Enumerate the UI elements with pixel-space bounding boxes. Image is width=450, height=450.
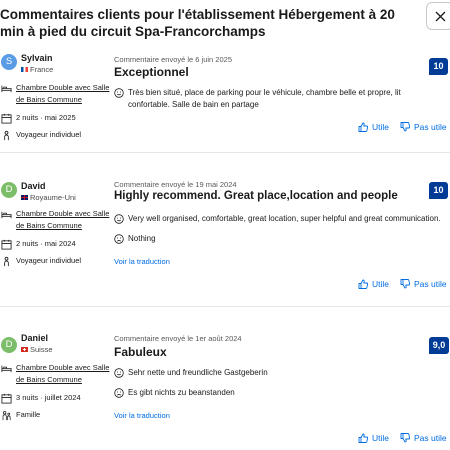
positive-comment: Sehr nette und freundliche Gastgeberin xyxy=(114,367,268,379)
review-date: Commentaire envoyé le 1er août 2024 xyxy=(114,334,242,343)
france-flag-icon xyxy=(21,67,28,72)
person-icon xyxy=(4,256,9,267)
review-date: Commentaire envoyé le 19 mai 2024 xyxy=(114,180,237,189)
translate-link[interactable]: Voir la traduction xyxy=(114,257,170,266)
positive-text: Very well organised, comfortable, great … xyxy=(128,214,441,223)
review-card: D David Royaume-Uni Chambre Double avec … xyxy=(0,178,450,298)
avatar: D xyxy=(1,337,17,353)
room-link[interactable]: Chambre Double avec Salle de Bains Commun… xyxy=(16,82,109,105)
traveler-type: Voyageur individuel xyxy=(0,129,81,141)
close-button[interactable] xyxy=(426,2,450,30)
negative-text: Es gibt nichts zu beanstanden xyxy=(128,388,235,397)
helpful-label: Utile xyxy=(372,433,390,443)
reviewer-country: Suisse xyxy=(21,345,53,354)
close-icon xyxy=(435,11,445,21)
traveler-text: Voyageur individuel xyxy=(16,256,82,265)
frown-icon xyxy=(114,388,124,398)
score-badge: 10 xyxy=(429,58,448,75)
stay-text: 2 nuits · mai 2025 xyxy=(16,113,76,122)
not-helpful-label: Pas utile xyxy=(414,122,447,132)
thumbs-down-icon xyxy=(400,279,410,289)
positive-text: Sehr nette und freundliche Gastgeberin xyxy=(128,368,268,377)
thumbs-down-icon xyxy=(400,433,410,443)
review-title: Exceptionnel xyxy=(114,65,189,79)
not-helpful-button[interactable]: Pas utile xyxy=(400,433,447,443)
review-title: Fabuleux xyxy=(114,345,167,359)
positive-comment: Very well organised, comfortable, great … xyxy=(114,213,444,225)
uk-flag-icon xyxy=(21,195,28,200)
calendar-icon xyxy=(1,393,12,404)
helpful-label: Utile xyxy=(372,279,390,289)
divider xyxy=(0,306,450,307)
room-type: Chambre Double avec Salle de Bains Commun… xyxy=(0,208,109,230)
negative-comment: Nothing xyxy=(114,233,156,245)
modal-header: Commentaires clients pour l'établissemen… xyxy=(0,0,450,46)
thumbs-up-icon xyxy=(358,279,368,289)
calendar-icon xyxy=(1,239,12,250)
country-label: Royaume-Uni xyxy=(30,193,76,202)
not-helpful-label: Pas utile xyxy=(414,279,447,289)
negative-comment: Es gibt nichts zu beanstanden xyxy=(114,387,235,399)
stay-text: 2 nuits · mai 2024 xyxy=(16,239,76,248)
family-icon xyxy=(2,411,11,421)
smile-icon xyxy=(114,214,124,224)
traveler-type: Famille xyxy=(0,409,40,421)
smile-icon xyxy=(114,368,124,378)
frown-icon xyxy=(114,234,124,244)
traveler-text: Famille xyxy=(16,410,41,419)
helpful-button[interactable]: Utile xyxy=(358,433,389,443)
review-date: Commentaire envoyé le 6 juin 2025 xyxy=(114,55,232,64)
translate-link[interactable]: Voir la traduction xyxy=(114,411,170,420)
room-type: Chambre Double avec Salle de Bains Commun… xyxy=(0,82,109,104)
not-helpful-button[interactable]: Pas utile xyxy=(400,122,447,132)
page-title: Commentaires clients pour l'établissemen… xyxy=(0,7,395,39)
score-badge: 10 xyxy=(429,182,448,199)
bed-icon xyxy=(1,85,12,93)
thumbs-up-icon xyxy=(358,122,368,132)
reviewer-country: France xyxy=(21,65,53,74)
reviewer-name: David xyxy=(21,181,46,191)
room-link[interactable]: Chambre Double avec Salle de Bains Commun… xyxy=(16,208,109,231)
room-type: Chambre Double avec Salle de Bains Commun… xyxy=(0,362,109,384)
calendar-icon xyxy=(1,113,12,124)
thumbs-down-icon xyxy=(400,122,410,132)
helpful-label: Utile xyxy=(372,122,390,132)
country-label: Suisse xyxy=(30,345,53,354)
divider xyxy=(0,152,450,153)
traveler-text: Voyageur individuel xyxy=(16,130,82,139)
helpful-button[interactable]: Utile xyxy=(358,122,389,132)
review-card: S Sylvain France Chambre Double avec Sal… xyxy=(0,50,450,152)
reviewer-country: Royaume-Uni xyxy=(21,193,76,202)
positive-comment: Très bien situé, place de parking pour l… xyxy=(114,87,444,110)
helpful-button[interactable]: Utile xyxy=(358,279,389,289)
thumbs-up-icon xyxy=(358,433,368,443)
reviewer-name: Daniel xyxy=(21,333,49,343)
review-title: Highly recommend. Great place,location a… xyxy=(114,190,398,202)
stay-info: 2 nuits · mai 2025 xyxy=(0,112,76,124)
stay-info: 3 nuits · juillet 2024 xyxy=(0,392,81,404)
not-helpful-label: Pas utile xyxy=(414,433,447,443)
stay-text: 3 nuits · juillet 2024 xyxy=(16,393,81,402)
bed-icon xyxy=(1,365,12,373)
bed-icon xyxy=(1,211,12,219)
room-link[interactable]: Chambre Double avec Salle de Bains Commun… xyxy=(16,362,109,385)
swiss-flag-icon xyxy=(21,347,28,352)
person-icon xyxy=(4,130,9,141)
avatar: S xyxy=(1,54,17,70)
avatar: D xyxy=(1,182,17,198)
positive-text: Très bien situé, place de parking pour l… xyxy=(128,88,401,109)
negative-text: Nothing xyxy=(128,234,156,243)
smile-icon xyxy=(114,88,124,98)
score-badge: 9,0 xyxy=(429,337,449,354)
country-label: France xyxy=(30,65,54,74)
stay-info: 2 nuits · mai 2024 xyxy=(0,238,76,250)
reviewer-name: Sylvain xyxy=(21,53,53,63)
review-card: D Daniel Suisse Chambre Double avec Sall… xyxy=(0,330,450,448)
not-helpful-button[interactable]: Pas utile xyxy=(400,279,447,289)
traveler-type: Voyageur individuel xyxy=(0,255,81,267)
